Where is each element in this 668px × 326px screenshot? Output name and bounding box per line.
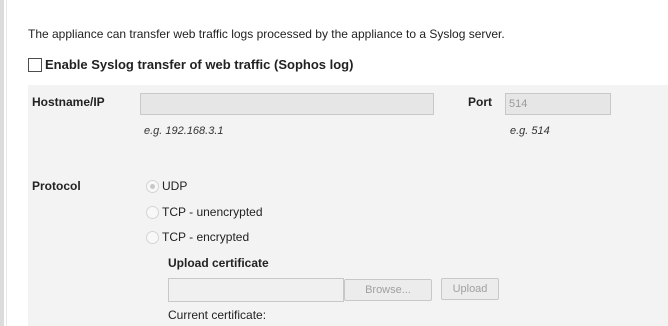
protocol-tcp-encrypted-label: TCP - encrypted <box>162 230 250 244</box>
certificate-file-input[interactable] <box>168 278 344 302</box>
intro-text: The appliance can transfer web traffic l… <box>28 27 505 41</box>
sidebar-border <box>0 0 7 326</box>
upload-button[interactable]: Upload <box>441 278 499 300</box>
protocol-label: Protocol <box>32 179 81 193</box>
syslog-settings-panel: Hostname/IP e.g. 192.168.3.1 Port e.g. 5… <box>28 85 668 326</box>
hostname-input[interactable] <box>140 93 434 115</box>
protocol-tcp-encrypted-radio[interactable] <box>146 230 159 244</box>
port-input[interactable] <box>505 93 611 115</box>
enable-syslog-label: Enable Syslog transfer of web traffic (S… <box>45 57 354 72</box>
protocol-udp-label: UDP <box>162 179 188 193</box>
port-label: Port <box>468 95 492 109</box>
port-hint: e.g. 514 <box>510 125 550 137</box>
upload-certificate-title: Upload certificate <box>168 256 269 270</box>
protocol-tcp-unencrypted-label: TCP - unencrypted <box>162 205 263 219</box>
protocol-tcp-unencrypted-radio[interactable] <box>146 205 159 219</box>
protocol-tcp-encrypted-option[interactable]: TCP - encrypted <box>146 230 249 244</box>
protocol-tcp-unencrypted-option[interactable]: TCP - unencrypted <box>146 205 263 219</box>
protocol-udp-option[interactable]: UDP <box>146 179 187 193</box>
enable-syslog-checkbox[interactable] <box>28 57 42 72</box>
current-certificate-label: Current certificate: <box>168 308 267 322</box>
enable-syslog-row[interactable]: Enable Syslog transfer of web traffic (S… <box>28 57 353 72</box>
hostname-hint: e.g. 192.168.3.1 <box>144 125 224 137</box>
browse-button[interactable]: Browse... <box>344 279 432 301</box>
hostname-label: Hostname/IP <box>32 95 105 109</box>
protocol-udp-radio[interactable] <box>146 179 159 193</box>
